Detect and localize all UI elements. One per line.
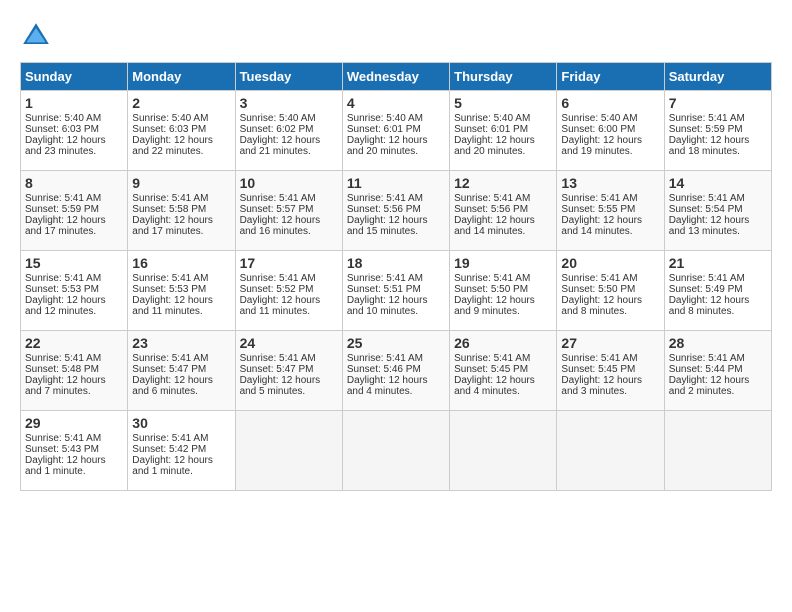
day-number: 19 <box>454 255 552 271</box>
day-number: 20 <box>561 255 659 271</box>
table-row: 13Sunrise: 5:41 AMSunset: 5:55 PMDayligh… <box>557 171 664 251</box>
day-number: 7 <box>669 95 767 111</box>
day-number: 10 <box>240 175 338 191</box>
table-row: 16Sunrise: 5:41 AMSunset: 5:53 PMDayligh… <box>128 251 235 331</box>
table-row: 8Sunrise: 5:41 AMSunset: 5:59 PMDaylight… <box>21 171 128 251</box>
day-number: 18 <box>347 255 445 271</box>
table-row: 12Sunrise: 5:41 AMSunset: 5:56 PMDayligh… <box>450 171 557 251</box>
col-monday: Monday <box>128 63 235 91</box>
table-row: 10Sunrise: 5:41 AMSunset: 5:57 PMDayligh… <box>235 171 342 251</box>
table-row: 6Sunrise: 5:40 AMSunset: 6:00 PMDaylight… <box>557 91 664 171</box>
table-row <box>235 411 342 491</box>
table-row: 7Sunrise: 5:41 AMSunset: 5:59 PMDaylight… <box>664 91 771 171</box>
day-number: 21 <box>669 255 767 271</box>
calendar-table: Sunday Monday Tuesday Wednesday Thursday… <box>20 62 772 491</box>
logo-icon <box>20 20 52 52</box>
table-row: 22Sunrise: 5:41 AMSunset: 5:48 PMDayligh… <box>21 331 128 411</box>
day-number: 29 <box>25 415 123 431</box>
table-row: 14Sunrise: 5:41 AMSunset: 5:54 PMDayligh… <box>664 171 771 251</box>
day-number: 26 <box>454 335 552 351</box>
day-number: 12 <box>454 175 552 191</box>
table-row: 23Sunrise: 5:41 AMSunset: 5:47 PMDayligh… <box>128 331 235 411</box>
day-number: 11 <box>347 175 445 191</box>
day-number: 5 <box>454 95 552 111</box>
table-row: 1Sunrise: 5:40 AMSunset: 6:03 PMDaylight… <box>21 91 128 171</box>
table-row: 9Sunrise: 5:41 AMSunset: 5:58 PMDaylight… <box>128 171 235 251</box>
table-row <box>342 411 449 491</box>
table-row <box>450 411 557 491</box>
day-number: 6 <box>561 95 659 111</box>
table-row: 28Sunrise: 5:41 AMSunset: 5:44 PMDayligh… <box>664 331 771 411</box>
table-row: 18Sunrise: 5:41 AMSunset: 5:51 PMDayligh… <box>342 251 449 331</box>
table-row: 30Sunrise: 5:41 AMSunset: 5:42 PMDayligh… <box>128 411 235 491</box>
table-row <box>557 411 664 491</box>
table-row: 2Sunrise: 5:40 AMSunset: 6:03 PMDaylight… <box>128 91 235 171</box>
calendar-row: 29Sunrise: 5:41 AMSunset: 5:43 PMDayligh… <box>21 411 772 491</box>
col-wednesday: Wednesday <box>342 63 449 91</box>
table-row: 25Sunrise: 5:41 AMSunset: 5:46 PMDayligh… <box>342 331 449 411</box>
day-number: 23 <box>132 335 230 351</box>
day-number: 16 <box>132 255 230 271</box>
table-row: 26Sunrise: 5:41 AMSunset: 5:45 PMDayligh… <box>450 331 557 411</box>
table-row: 11Sunrise: 5:41 AMSunset: 5:56 PMDayligh… <box>342 171 449 251</box>
day-number: 28 <box>669 335 767 351</box>
day-number: 8 <box>25 175 123 191</box>
table-row: 4Sunrise: 5:40 AMSunset: 6:01 PMDaylight… <box>342 91 449 171</box>
table-row <box>664 411 771 491</box>
col-saturday: Saturday <box>664 63 771 91</box>
table-row: 21Sunrise: 5:41 AMSunset: 5:49 PMDayligh… <box>664 251 771 331</box>
day-number: 27 <box>561 335 659 351</box>
table-row: 29Sunrise: 5:41 AMSunset: 5:43 PMDayligh… <box>21 411 128 491</box>
page-header <box>20 20 772 52</box>
day-number: 13 <box>561 175 659 191</box>
day-number: 4 <box>347 95 445 111</box>
table-row: 27Sunrise: 5:41 AMSunset: 5:45 PMDayligh… <box>557 331 664 411</box>
table-row: 17Sunrise: 5:41 AMSunset: 5:52 PMDayligh… <box>235 251 342 331</box>
day-number: 22 <box>25 335 123 351</box>
col-sunday: Sunday <box>21 63 128 91</box>
col-thursday: Thursday <box>450 63 557 91</box>
col-tuesday: Tuesday <box>235 63 342 91</box>
day-number: 9 <box>132 175 230 191</box>
calendar-row: 22Sunrise: 5:41 AMSunset: 5:48 PMDayligh… <box>21 331 772 411</box>
header-row: Sunday Monday Tuesday Wednesday Thursday… <box>21 63 772 91</box>
calendar-row: 8Sunrise: 5:41 AMSunset: 5:59 PMDaylight… <box>21 171 772 251</box>
day-number: 17 <box>240 255 338 271</box>
calendar-row: 1Sunrise: 5:40 AMSunset: 6:03 PMDaylight… <box>21 91 772 171</box>
table-row: 3Sunrise: 5:40 AMSunset: 6:02 PMDaylight… <box>235 91 342 171</box>
day-number: 15 <box>25 255 123 271</box>
table-row: 20Sunrise: 5:41 AMSunset: 5:50 PMDayligh… <box>557 251 664 331</box>
table-row: 15Sunrise: 5:41 AMSunset: 5:53 PMDayligh… <box>21 251 128 331</box>
logo <box>20 20 58 52</box>
day-number: 24 <box>240 335 338 351</box>
calendar-row: 15Sunrise: 5:41 AMSunset: 5:53 PMDayligh… <box>21 251 772 331</box>
day-number: 2 <box>132 95 230 111</box>
table-row: 19Sunrise: 5:41 AMSunset: 5:50 PMDayligh… <box>450 251 557 331</box>
day-number: 1 <box>25 95 123 111</box>
day-number: 25 <box>347 335 445 351</box>
col-friday: Friday <box>557 63 664 91</box>
table-row: 5Sunrise: 5:40 AMSunset: 6:01 PMDaylight… <box>450 91 557 171</box>
day-number: 3 <box>240 95 338 111</box>
table-row: 24Sunrise: 5:41 AMSunset: 5:47 PMDayligh… <box>235 331 342 411</box>
day-number: 30 <box>132 415 230 431</box>
day-number: 14 <box>669 175 767 191</box>
